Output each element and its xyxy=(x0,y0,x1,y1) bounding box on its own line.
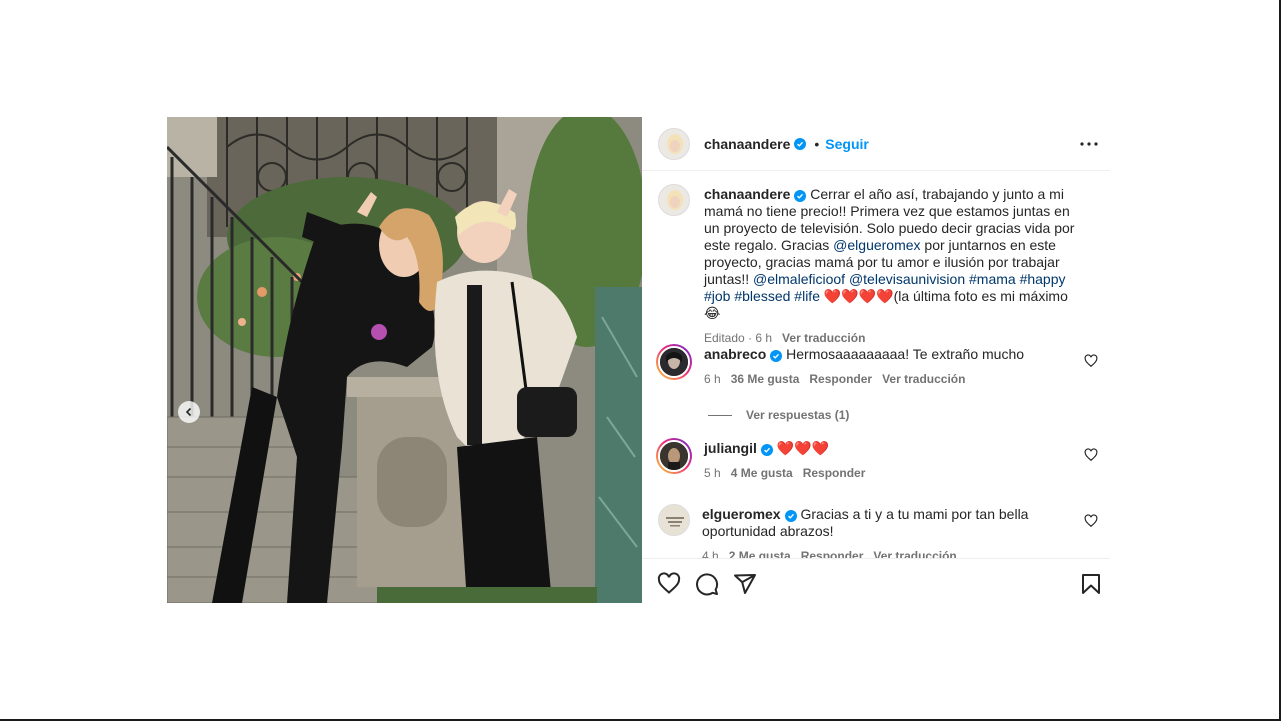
like-button[interactable] xyxy=(656,571,682,597)
caption-hearts: ❤️❤️❤️❤️ xyxy=(823,288,894,304)
comment-time: 5 h xyxy=(704,466,721,480)
author-username[interactable]: chanaandere xyxy=(704,136,790,152)
caption-translate-button[interactable]: Ver traducción xyxy=(782,331,865,345)
comment-item: anabreco Hermosaaaaaaaaa! Te extraño muc… xyxy=(656,344,1098,386)
comment-like-heart-icon[interactable] xyxy=(1084,514,1098,528)
post-caption: chanaandere Cerrar el año así, trabajand… xyxy=(658,184,1098,345)
more-options-button[interactable] xyxy=(1079,134,1099,154)
comment-translate-button[interactable]: Ver traducción xyxy=(882,372,965,386)
comment-username[interactable]: juliangil xyxy=(704,440,757,456)
comment-avatar xyxy=(658,346,690,378)
instagram-post-dialog: chanaandere • Seguir chanaandere Cerrar … xyxy=(167,117,1113,603)
hashtag-link[interactable]: #job xyxy=(704,288,730,304)
comment-reply-button[interactable]: Responder xyxy=(803,466,866,480)
caption-avatar[interactable] xyxy=(658,184,690,216)
caption-edited-time: Editado · 6 h xyxy=(704,331,773,345)
author-avatar[interactable] xyxy=(658,127,690,160)
mention-link[interactable]: @televisaunivision xyxy=(849,271,965,287)
comment-like-heart-icon[interactable] xyxy=(1084,354,1098,368)
comment-time: 4 h xyxy=(702,549,719,558)
header-separator: • xyxy=(814,135,820,152)
verified-badge-icon xyxy=(760,444,773,456)
heart-icon xyxy=(657,572,681,594)
post-side-panel: chanaandere • Seguir chanaandere Cerrar … xyxy=(642,117,1113,603)
carousel-previous-button[interactable] xyxy=(178,401,200,423)
replies-divider-line xyxy=(708,414,732,416)
comment-text: Hermosaaaaaaaaa! Te extraño mucho xyxy=(786,346,1025,362)
comment-like-heart-icon[interactable] xyxy=(1084,448,1098,462)
comment-item: juliangil ❤️❤️❤️ 5 h 4 Me gusta Responde… xyxy=(656,438,1098,480)
comment-meta: 4 h 2 Me gusta Responder Ver traducción xyxy=(702,549,1062,558)
share-button[interactable] xyxy=(732,571,758,597)
comment-translate-button[interactable]: Ver traducción xyxy=(873,549,956,558)
more-horizontal-icon xyxy=(1080,142,1098,146)
comment-avatar-story-ring[interactable] xyxy=(656,438,692,474)
bookmark-icon xyxy=(1082,574,1100,594)
caption-meta: Editado · 6 h Ver traducción xyxy=(704,331,1084,345)
comment-meta: 5 h 4 Me gusta Responder xyxy=(704,466,1064,480)
hashtag-link[interactable]: #life xyxy=(794,288,820,304)
mention-link[interactable]: @elgueromex xyxy=(833,237,920,253)
comment-avatar[interactable] xyxy=(658,504,690,536)
hashtag-link[interactable]: #blessed xyxy=(734,288,790,304)
hashtag-link[interactable]: #mama xyxy=(969,271,1016,287)
comment-button[interactable] xyxy=(694,571,720,597)
comment-reply-button[interactable]: Responder xyxy=(809,372,872,386)
comment-avatar-story-ring[interactable] xyxy=(656,344,692,380)
comment-reply-button[interactable]: Responder xyxy=(801,549,864,558)
save-button[interactable] xyxy=(1078,571,1104,597)
hashtag-link[interactable]: #happy xyxy=(1020,271,1066,287)
share-icon xyxy=(734,574,756,594)
verified-badge-icon xyxy=(794,137,807,150)
verified-badge-icon xyxy=(794,190,807,202)
comment-likes-count[interactable]: 2 Me gusta xyxy=(729,549,791,558)
comment-icon xyxy=(696,573,719,596)
comments-list[interactable]: chanaandere Cerrar el año así, trabajand… xyxy=(642,172,1110,558)
follow-button[interactable]: Seguir xyxy=(825,136,869,152)
view-replies-label: Ver respuestas (1) xyxy=(746,408,850,422)
view-replies-button[interactable]: Ver respuestas (1) xyxy=(708,408,849,422)
comment-username[interactable]: anabreco xyxy=(704,346,766,362)
verified-badge-icon xyxy=(784,510,797,522)
comment-text: ❤️❤️❤️ xyxy=(776,440,830,456)
post-header: chanaandere • Seguir xyxy=(642,117,1110,171)
comment-avatar xyxy=(658,440,690,472)
comment-username[interactable]: elgueromex xyxy=(702,506,781,522)
comment-likes-count[interactable]: 36 Me gusta xyxy=(731,372,800,386)
post-action-bar xyxy=(642,558,1110,603)
comment-item: elgueromex Gracias a ti y a tu mami por … xyxy=(658,504,1098,558)
comment-likes-count[interactable]: 4 Me gusta xyxy=(731,466,793,480)
post-photo[interactable] xyxy=(167,117,642,603)
comment-meta: 6 h 36 Me gusta Responder Ver traducción xyxy=(704,372,1064,386)
comment-time: 6 h xyxy=(704,372,721,386)
chevron-left-icon xyxy=(185,407,192,417)
caption-text: chanaandere Cerrar el año así, trabajand… xyxy=(704,186,1084,322)
mention-link[interactable]: @elmaleficioof xyxy=(753,271,845,287)
caption-username[interactable]: chanaandere xyxy=(704,186,790,202)
verified-badge-icon xyxy=(770,350,783,362)
